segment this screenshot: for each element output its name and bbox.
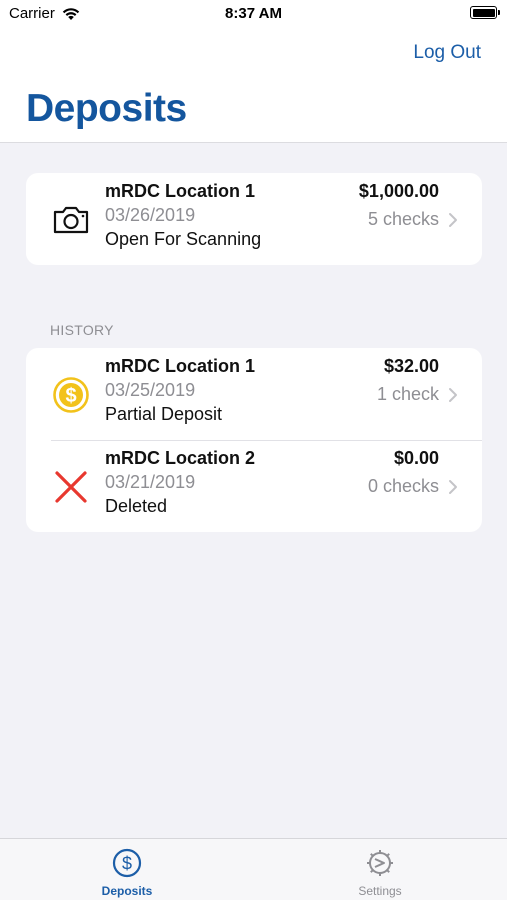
carrier-label: Carrier bbox=[9, 5, 55, 22]
wifi-icon bbox=[62, 7, 80, 20]
deposit-date: 03/21/2019 bbox=[105, 472, 196, 492]
tab-label: Settings bbox=[358, 884, 402, 898]
status-bar: Carrier 8:37 AM bbox=[0, 0, 507, 30]
chevron-right-icon bbox=[449, 213, 457, 227]
history-section-header: HISTORY bbox=[50, 322, 114, 338]
current-deposit-row[interactable]: mRDC Location 1 03/26/2019 Open For Scan… bbox=[26, 173, 482, 265]
tab-settings[interactable]: Settings bbox=[290, 839, 470, 900]
deposit-check-count: 1 check bbox=[376, 384, 439, 404]
page-title: Deposits bbox=[26, 87, 187, 130]
tab-bar: $ Deposits Settings bbox=[0, 838, 507, 900]
tab-label: Deposits bbox=[101, 884, 153, 898]
svg-text:$: $ bbox=[65, 385, 76, 407]
deposit-date: 03/25/2019 bbox=[105, 380, 196, 400]
deposit-date: 03/26/2019 bbox=[105, 205, 196, 225]
deposit-status: Deleted bbox=[105, 496, 168, 516]
deposit-location: mRDC Location 1 bbox=[105, 181, 256, 201]
history-row[interactable]: mRDC Location 2 03/21/2019 Deleted $0.00… bbox=[26, 440, 482, 532]
history-row[interactable]: $ mRDC Location 1 03/25/2019 Partial Dep… bbox=[26, 348, 482, 440]
dollar-coin-icon: $ bbox=[52, 376, 90, 414]
tab-deposits[interactable]: $ Deposits bbox=[37, 839, 217, 900]
deposit-amount: $32.00 bbox=[383, 356, 439, 376]
deposit-status: Open For Scanning bbox=[105, 229, 262, 249]
gear-icon bbox=[367, 850, 393, 876]
deposit-amount: $1,000.00 bbox=[358, 181, 439, 201]
deposit-amount: $0.00 bbox=[393, 448, 439, 468]
deposit-location: mRDC Location 1 bbox=[105, 356, 256, 376]
dollar-circle-icon: $ bbox=[112, 848, 142, 878]
current-deposit-card: mRDC Location 1 03/26/2019 Open For Scan… bbox=[26, 173, 482, 265]
navigation-header: Carrier 8:37 AM Log Out Deposits bbox=[0, 0, 507, 143]
red-x-icon bbox=[52, 468, 90, 506]
battery-icon bbox=[470, 6, 500, 19]
deposit-check-count: 5 checks bbox=[367, 209, 439, 229]
deposit-check-count: 0 checks bbox=[367, 476, 439, 496]
deposit-location: mRDC Location 2 bbox=[105, 448, 256, 468]
carrier: Carrier bbox=[9, 5, 81, 22]
deposit-status: Partial Deposit bbox=[105, 404, 223, 424]
logout-button[interactable]: Log Out bbox=[413, 42, 481, 64]
svg-text:$: $ bbox=[122, 854, 132, 874]
chevron-right-icon bbox=[449, 388, 457, 402]
deposits-screen: Carrier 8:37 AM Log Out Deposits mRDC Lo… bbox=[0, 0, 507, 900]
camera-icon bbox=[52, 201, 90, 239]
history-card: $ mRDC Location 1 03/25/2019 Partial Dep… bbox=[26, 348, 482, 532]
chevron-right-icon bbox=[449, 480, 457, 494]
